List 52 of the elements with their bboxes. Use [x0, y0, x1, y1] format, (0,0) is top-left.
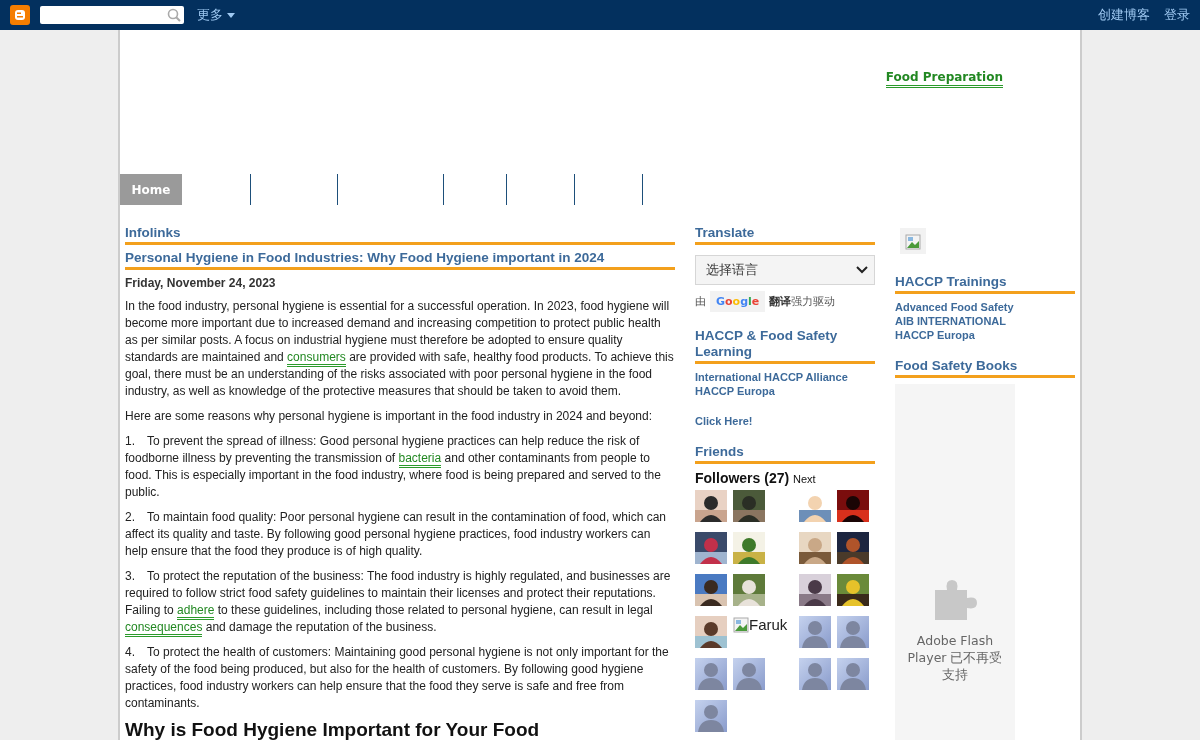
section-heading: Why is Food Hygiene Important for Your Food — [125, 720, 541, 740]
list-item: 3. To protect the reputation of the business: The food industry is highly regulated, and businesses are required to follow strict food safety guidelines to maintain their licenses and protect their reputations. Failing to adhere to these guidelines, including those related to personal hygiene, can result in legal consequences and damage the reputation of the business. — [125, 568, 675, 636]
avatar-icon[interactable] — [799, 616, 832, 648]
broken-image-icon — [733, 617, 749, 633]
post-date: Friday, November 24, 2023 — [125, 276, 277, 290]
text-link[interactable]: consumers — [287, 350, 346, 367]
puzzle-icon — [933, 578, 977, 622]
list-item: 2. To maintain food quality: Poor personal hygiene can result in the contamination of food, which can affect its quality and taste. By following good personal hygiene practices, food industry workers can help ensure that the food they produce is of high quality. — [125, 509, 667, 560]
text-link[interactable]: adhere — [177, 603, 215, 620]
language-select[interactable]: 选择语言 — [695, 255, 875, 285]
google-logo[interactable]: Google — [710, 291, 766, 312]
powered-by-label: 由 — [695, 294, 706, 309]
sidebar-link[interactable]: International HACCP Alliance — [695, 370, 848, 384]
sidebar-link[interactable]: Advanced Food Safety — [895, 300, 1014, 314]
widget-title: HACCP Trainings — [895, 274, 1075, 294]
post-title[interactable]: Personal Hygiene in Food Industries: Why Food Hygiene important in 2024 — [125, 250, 675, 270]
widget-title: Translate — [695, 225, 875, 245]
avatar-icon[interactable] — [799, 658, 832, 690]
avatar-icon[interactable] — [695, 700, 727, 732]
next-link[interactable]: Next — [793, 473, 816, 485]
more-menu[interactable]: 更多 — [197, 6, 235, 24]
followers-label: Followers (27) — [695, 470, 790, 486]
paragraph: In the food industry, personal hygiene is essential for a successful operation. In 2023, food hygiene will become more important due to increased demand and increasing competition to protect public health as per similar posts. A focus on industrial hygiene must therefore be adopted to ensure quality standards are maintained and consumers are provided with safe, healthy food products. To achieve this goal, there must be an understanding of the risks associated with poor personal hygiene in the food industry, as well as knowledge of the protective measures that should be taken to avoid them. — [125, 298, 675, 400]
broken-image-icon — [905, 233, 921, 250]
caret-icon — [227, 12, 235, 18]
sidebar-link[interactable]: HACCP Europa — [695, 384, 775, 398]
widget-title: Friends — [695, 444, 875, 464]
avatar-icon[interactable] — [695, 658, 727, 690]
nav-link[interactable]: 登录 — [1164, 6, 1190, 24]
list-item: 1. To prevent the spread of illness: Good personal hygiene practices can help reduce the risk of foodborne illness by preventing the transmission of bacteria and other contaminants from people to food. This is especially important in the food industry, where food is being prepared and served to the public. — [125, 433, 662, 501]
text-link[interactable]: consequences — [125, 620, 203, 637]
section-title: Infolinks — [125, 225, 675, 245]
widget-title: Food Safety Books — [895, 358, 1075, 378]
avatar-icon[interactable] — [733, 658, 765, 690]
paragraph: Here are some reasons why personal hygiene is important in the food industry in 2024 and beyond: — [125, 408, 653, 425]
sidebar-link[interactable]: HACCP Europa — [895, 328, 975, 342]
widget-title: HACCP & Food Safety Learning — [695, 328, 875, 364]
broken-avatar-image[interactable]: Faruk — [733, 616, 788, 648]
text-link[interactable]: bacteria — [398, 451, 442, 468]
header-link[interactable]: Food Preparation — [885, 70, 1003, 88]
avatar-icon[interactable] — [837, 616, 870, 648]
search-field[interactable] — [40, 6, 184, 24]
powered-by-label: 翻译强力驱动 — [769, 294, 836, 309]
search-icon — [167, 8, 181, 22]
sidebar-link[interactable]: AIB INTERNATIONAL — [895, 314, 1006, 328]
nav-link[interactable]: 创建博客 — [1098, 6, 1150, 24]
chevron-down-icon — [856, 266, 868, 274]
list-item: 4. To protect the health of customers: Maintaining good personal hygiene is not only important for the safety of the food being produced, but also for the health of customers. By following good hygiene practices, food industry workers can help ensure that the food they serve is safe and free from contaminants. — [125, 644, 670, 712]
avatar-icon[interactable] — [837, 658, 870, 690]
logo-icon[interactable] — [10, 5, 30, 25]
sidebar-link[interactable]: Click Here! — [695, 414, 753, 428]
plugin-message: Adobe Flash Player 已不再受支持 — [906, 632, 1004, 683]
